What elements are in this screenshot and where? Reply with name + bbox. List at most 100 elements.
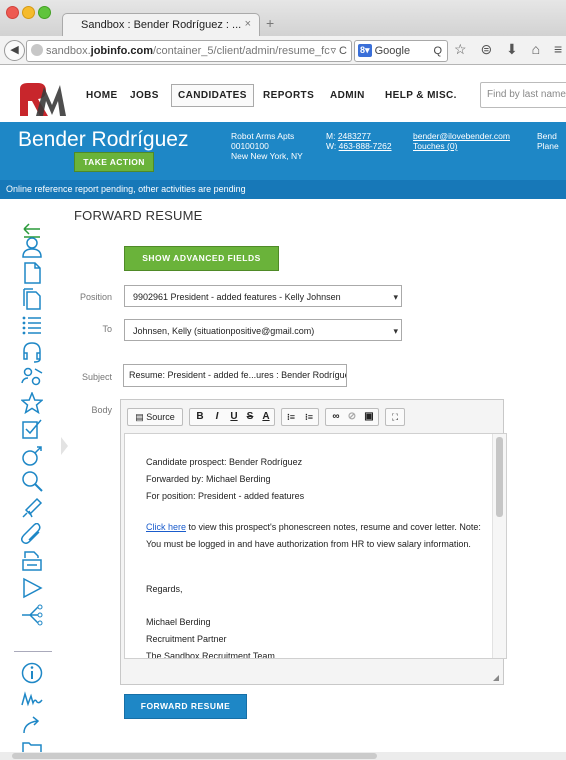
info-icon[interactable] bbox=[21, 662, 43, 684]
minimize-window-icon[interactable] bbox=[22, 6, 35, 19]
work-phone-link[interactable]: 463-888-7262 bbox=[339, 141, 392, 151]
nav-candidates[interactable]: CANDIDATES bbox=[171, 84, 254, 107]
image-button[interactable]: ▣ bbox=[361, 409, 377, 425]
mobile-phone-link[interactable]: 2483277 bbox=[338, 131, 371, 141]
bold-button[interactable]: B bbox=[192, 409, 208, 425]
people-icon[interactable] bbox=[21, 366, 43, 388]
browser-tab[interactable]: Sandbox : Bender Rodríguez : ... × bbox=[62, 13, 260, 37]
url-domain-prefix: sandbox. bbox=[46, 45, 91, 57]
search-magnifier-icon[interactable] bbox=[21, 470, 43, 492]
play-triangle-icon[interactable] bbox=[21, 577, 43, 599]
font-color-button[interactable]: A bbox=[258, 409, 274, 425]
select-arrow-icon: ▾ bbox=[393, 326, 398, 336]
body-line-team: The Sandbox Recruitment Team bbox=[146, 651, 275, 659]
candidate-name: Bender Rodríguez bbox=[18, 128, 189, 151]
position-select[interactable]: 9902961 President - added features - Kel… bbox=[124, 285, 402, 307]
body-line-forwarded-by: Forwarded by: Michael Berding bbox=[146, 474, 271, 484]
url-bar[interactable]: sandbox.jobinfo.com/container_5/client/a… bbox=[26, 40, 352, 62]
horizontal-scroll-thumb[interactable] bbox=[12, 753, 377, 759]
find-by-last-name-input[interactable]: Find by last name... bbox=[480, 82, 566, 108]
url-path: /container_5/client/admin/resume_fc bbox=[152, 45, 330, 57]
megaphone-icon[interactable] bbox=[21, 497, 43, 519]
candidate-banner: Bender Rodríguez TAKE ACTION Robot Arms … bbox=[0, 122, 566, 180]
editor-scroll-thumb[interactable] bbox=[496, 437, 503, 517]
nav-reports[interactable]: REPORTS bbox=[263, 90, 314, 101]
browser-window: Sandbox : Bender Rodríguez : ... × + ◀ s… bbox=[0, 0, 566, 760]
editor-resize-handle[interactable] bbox=[493, 675, 499, 681]
tag-icon[interactable] bbox=[21, 445, 43, 467]
headset-icon[interactable] bbox=[21, 341, 43, 363]
strikethrough-button[interactable]: S bbox=[242, 409, 258, 425]
editor-scroll-track[interactable] bbox=[492, 434, 506, 658]
documents-icon[interactable] bbox=[21, 288, 43, 310]
rm-logo[interactable] bbox=[18, 81, 68, 117]
position-label: Position bbox=[79, 292, 112, 302]
search-bar[interactable]: 8▾ Google Q bbox=[354, 40, 448, 62]
body-line-regards: Regards, bbox=[146, 584, 183, 594]
show-advanced-fields-button[interactable]: SHOW ADVANCED FIELDS bbox=[124, 246, 279, 271]
subject-input[interactable]: Resume: President - added fe...ures : Be… bbox=[123, 364, 347, 387]
signature-icon[interactable] bbox=[21, 688, 43, 710]
email-link[interactable]: bender@ilovebender.com bbox=[413, 131, 510, 141]
position-select-value: 9902961 President - added features - Kel… bbox=[133, 292, 341, 302]
select-arrow-icon: ▾ bbox=[393, 292, 398, 302]
workflow-branch-icon[interactable] bbox=[21, 604, 43, 626]
take-action-button[interactable]: TAKE ACTION bbox=[74, 152, 154, 172]
touches-link[interactable]: Touches (0) bbox=[413, 141, 457, 151]
site-identity-icon[interactable] bbox=[31, 44, 43, 56]
horizontal-scrollbar[interactable] bbox=[0, 752, 566, 760]
bullet-list-button[interactable]: ⁝≡ bbox=[301, 409, 317, 425]
maximize-button[interactable]: ⛶ bbox=[385, 408, 405, 426]
forward-resume-button[interactable]: FORWARD RESUME bbox=[124, 694, 247, 719]
candidate-address: Robot Arms Apts 00100100 New New York, N… bbox=[231, 131, 303, 161]
body-paragraph-link: Click here to view this prospect's phone… bbox=[146, 519, 486, 553]
document-icon[interactable] bbox=[21, 262, 43, 284]
paperclip-icon[interactable] bbox=[20, 522, 43, 545]
rail-expand-handle[interactable] bbox=[61, 437, 68, 455]
close-window-icon[interactable] bbox=[6, 6, 19, 19]
reload-icon[interactable]: ▿ C bbox=[330, 41, 347, 61]
tab-close-icon[interactable]: × bbox=[245, 18, 251, 30]
google-engine-icon[interactable]: 8▾ bbox=[358, 44, 372, 57]
share-arrow-icon[interactable] bbox=[21, 713, 43, 735]
nav-home[interactable]: HOME bbox=[86, 90, 118, 101]
list-icon[interactable] bbox=[21, 315, 43, 337]
to-select[interactable]: Johnsen, Kelly (situationpositive@gmail.… bbox=[124, 319, 402, 341]
browser-titlebar: Sandbox : Bender Rodríguez : ... × + bbox=[0, 0, 566, 37]
browser-toolbar-icons[interactable]: ☆ ⊜ ⬇ ⌂ ≡ bbox=[454, 41, 566, 58]
extra-line-1: Bend bbox=[537, 131, 557, 141]
search-icon[interactable]: Q bbox=[433, 41, 442, 61]
to-label: To bbox=[102, 324, 112, 334]
click-here-link[interactable]: Click here bbox=[146, 522, 186, 532]
back-arrow-icon[interactable]: ◀ bbox=[4, 40, 25, 61]
zoom-window-icon[interactable] bbox=[38, 6, 51, 19]
body-label: Body bbox=[91, 405, 112, 415]
star-icon[interactable] bbox=[20, 390, 44, 415]
address-line-3: New New York, NY bbox=[231, 151, 303, 161]
mobile-label: M: bbox=[326, 131, 336, 141]
italic-button[interactable]: I bbox=[209, 409, 225, 425]
address-line-2: 00100100 bbox=[231, 141, 269, 151]
nav-jobs[interactable]: JOBS bbox=[130, 90, 159, 101]
status-message: Online reference report pending, other a… bbox=[0, 180, 566, 199]
link-button[interactable]: ∞ bbox=[328, 409, 344, 425]
list-group: ⁝≡ ⁝≡ bbox=[281, 408, 319, 426]
search-engine-label: Google bbox=[374, 45, 411, 57]
extra-line-2: Plane bbox=[537, 141, 559, 151]
new-tab-button[interactable]: + bbox=[266, 15, 274, 31]
person-icon[interactable] bbox=[21, 236, 43, 258]
source-button[interactable]: ▤ Source bbox=[127, 408, 183, 426]
address-line-1: Robot Arms Apts bbox=[231, 131, 295, 141]
print-export-icon[interactable] bbox=[21, 550, 43, 572]
nav-admin[interactable]: ADMIN bbox=[330, 90, 365, 101]
editor-content-area[interactable]: Candidate prospect: Bender Rodríguez For… bbox=[124, 433, 507, 659]
ordered-list-button[interactable]: ⁝≡ bbox=[283, 409, 299, 425]
insert-group: ∞ ⊘ ▣ bbox=[325, 408, 379, 426]
checkbox-edit-icon[interactable] bbox=[21, 418, 43, 440]
candidate-contact-links: bender@ilovebender.com Touches (0) bbox=[413, 131, 510, 151]
nav-help-misc[interactable]: HELP & MISC. bbox=[385, 90, 457, 101]
to-select-value: Johnsen, Kelly (situationpositive@gmail.… bbox=[133, 326, 315, 336]
underline-button[interactable]: U bbox=[226, 409, 242, 425]
unlink-button[interactable]: ⊘ bbox=[344, 409, 360, 425]
body-line-position: For position: President - added features bbox=[146, 491, 305, 501]
